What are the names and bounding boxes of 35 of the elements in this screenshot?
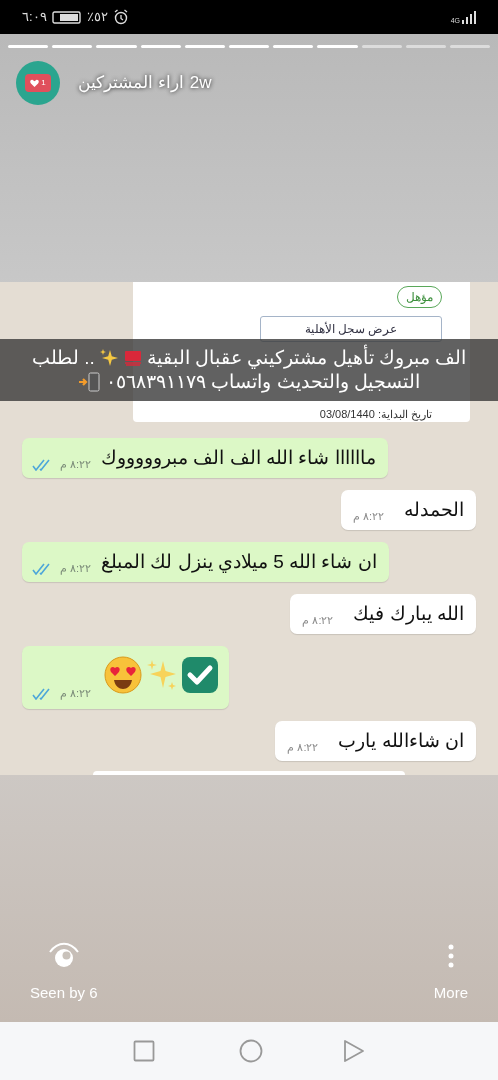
message-time: ٨:٢٢ م [60, 686, 92, 700]
caption-text: الف مبروك تأهيل مشتركيني عقبال البقية [146, 346, 467, 370]
post-age: 2w [189, 72, 212, 95]
message-text: ماااااا شاء الله الف الف مبروووووك [101, 446, 377, 471]
badge-count: 1 [41, 79, 46, 87]
signal-icon [462, 10, 476, 24]
message-time: ٨:٢٢ م [302, 613, 334, 627]
message-text: الله يبارك فيك [353, 602, 464, 627]
heart-eyes-emoji-icon [103, 656, 144, 694]
username[interactable]: اراء المشتركين [78, 70, 184, 96]
caption-text: التسجيل والتحديث واتساب ٠٥٦٨٣٩١١٧٩ [106, 370, 420, 394]
battery-percent: ٪٥٢ [86, 8, 108, 27]
message-time: ٨:٢٢ م [60, 457, 92, 471]
check-box-icon [181, 656, 220, 694]
home-icon[interactable] [239, 1039, 263, 1063]
eye-icon [46, 941, 81, 968]
message-text: ان شاءالله يارب [338, 729, 464, 754]
message-text: ان شاء الله 5 ميلادي ينزل لك المبلغ [101, 550, 378, 575]
clock-time: ٦:٠٩ [22, 8, 47, 27]
date-text: تاريخ البداية: 03/08/1440 [319, 408, 432, 421]
more-icon [447, 943, 454, 968]
avatar[interactable]: 1 [16, 61, 60, 105]
caption-text: .. لطلب [31, 346, 95, 370]
message-time: ٨:٢٢ م [60, 561, 92, 575]
message-time: ٨:٢٢ م [287, 740, 319, 754]
more-button[interactable]: More [433, 943, 468, 1004]
seen-by-button[interactable]: Seen by 6 [30, 941, 98, 1004]
battery-icon [51, 10, 82, 24]
alarm-icon [112, 9, 129, 25]
phone-arrow-icon [78, 372, 103, 392]
heart-icon [30, 79, 40, 87]
recents-icon[interactable] [133, 1040, 155, 1062]
message-time: ٨:٢٢ م [352, 509, 384, 523]
message-text: الحمدله [404, 498, 464, 522]
back-icon[interactable] [343, 1039, 365, 1063]
